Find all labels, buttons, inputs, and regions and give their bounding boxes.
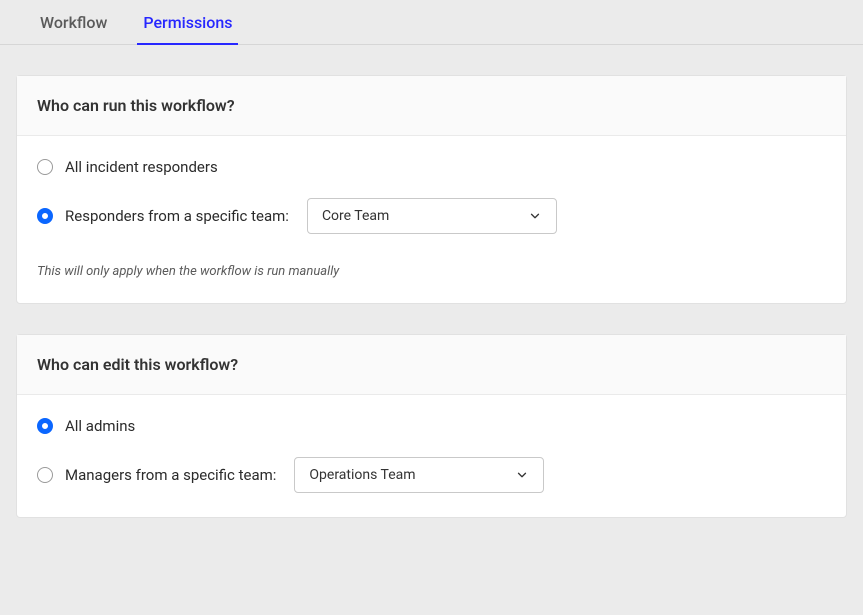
edit-section-body: All admins Managers from a specific team… (17, 395, 846, 517)
run-team-select[interactable]: Core Team (307, 198, 557, 234)
radio-edit-team[interactable] (37, 467, 53, 483)
radio-edit-all[interactable] (37, 418, 53, 434)
radio-edit-all-label: All admins (65, 417, 135, 435)
chevron-down-icon (528, 209, 542, 223)
run-section-title: Who can run this workflow? (17, 76, 846, 136)
run-section-body: All incident responders Responders from … (17, 136, 846, 303)
radio-edit-team-label: Managers from a specific team: (65, 466, 276, 484)
content-area: Who can run this workflow? All incident … (0, 45, 863, 564)
tab-bar: Workflow Permissions (0, 0, 863, 45)
radio-run-all[interactable] (37, 159, 53, 175)
chevron-down-icon (515, 468, 529, 482)
run-option-team-row[interactable]: Responders from a specific team: Core Te… (37, 198, 826, 234)
run-option-all-row[interactable]: All incident responders (37, 158, 826, 176)
edit-permissions-card: Who can edit this workflow? All admins M… (16, 334, 847, 518)
edit-team-select[interactable]: Operations Team (294, 457, 544, 493)
edit-option-team-row[interactable]: Managers from a specific team: Operation… (37, 457, 826, 493)
tab-permissions[interactable]: Permissions (139, 5, 236, 44)
radio-run-all-label: All incident responders (65, 158, 218, 176)
run-section-hint: This will only apply when the workflow i… (37, 264, 826, 279)
radio-run-team-label: Responders from a specific team: (65, 207, 289, 225)
tab-workflow[interactable]: Workflow (36, 5, 111, 44)
radio-run-team[interactable] (37, 208, 53, 224)
run-permissions-card: Who can run this workflow? All incident … (16, 75, 847, 304)
edit-section-title: Who can edit this workflow? (17, 335, 846, 395)
edit-team-select-value: Operations Team (309, 467, 415, 483)
edit-option-all-row[interactable]: All admins (37, 417, 826, 435)
run-team-select-value: Core Team (322, 208, 389, 224)
